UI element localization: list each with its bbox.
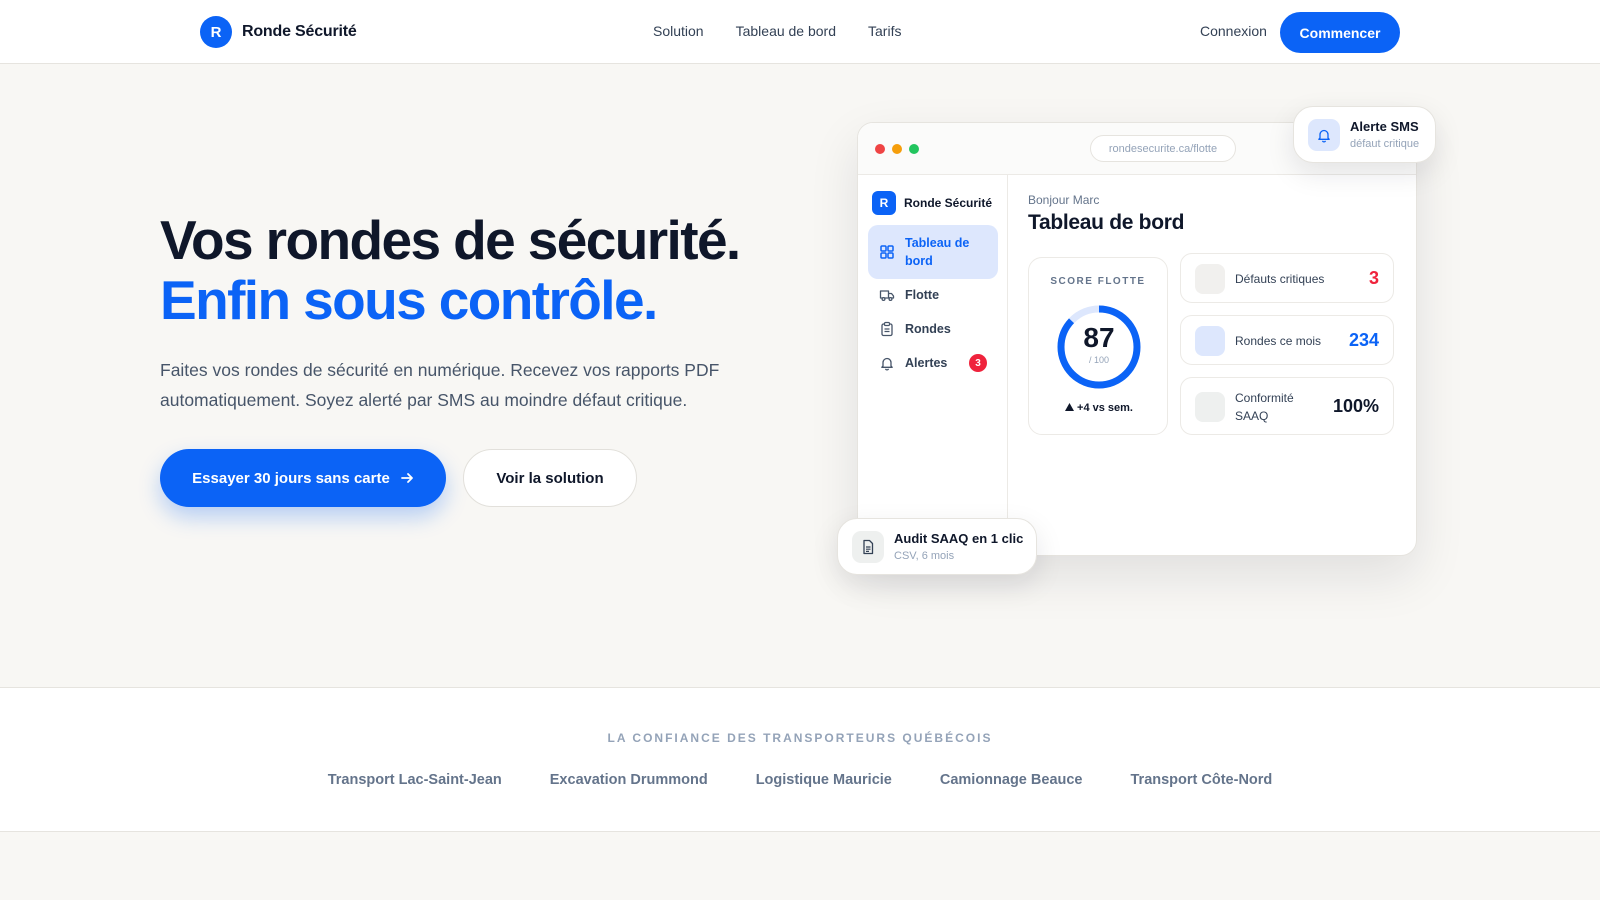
sidebar-item-label: Alertes [905, 356, 948, 370]
client-logo: Camionnage Beauce [939, 772, 1083, 788]
mockup-sidebar: R Ronde Sécurité Tableau de bord Flotte … [858, 175, 1008, 555]
client-logo: Transport Côte-Nord [1130, 772, 1273, 788]
alert-count-badge: 3 [969, 354, 987, 372]
window-minimize-dot [892, 144, 902, 154]
score-delta-text: +4 vs sem. [1077, 402, 1133, 414]
truck-icon [879, 290, 895, 302]
bell-icon [881, 357, 893, 371]
brand-badge-icon: R [200, 16, 232, 48]
nav-link-tarifs[interactable]: Tarifs [868, 23, 901, 39]
stat-card-rondes-ce-mois: Rondes ce mois 234 [1180, 315, 1394, 365]
main-nav: Solution Tableau de bord Tarifs [653, 23, 901, 39]
document-icon [852, 531, 884, 563]
window-maximize-dot [909, 144, 919, 154]
clipboard-icon [881, 321, 893, 337]
dashboard-title: Tableau de bord [1028, 211, 1185, 234]
client-logo-row: Transport Lac-Saint-Jean Excavation Drum… [0, 772, 1600, 788]
login-link[interactable]: Connexion [1200, 23, 1267, 39]
dashboard-mockup-window: rondesecurite.ca/flotte R Ronde Sécurité… [857, 122, 1417, 556]
trust-section: LA CONFIANCE DES TRANSPORTEURS QUÉBÉCOIS… [0, 687, 1600, 832]
bell-icon [1308, 119, 1340, 151]
sms-alert-subtitle: défaut critique [1350, 138, 1420, 150]
url-bar: rondesecurite.ca/flotte [1090, 135, 1236, 162]
sidebar-item-tableau-de-bord: Tableau de bord [868, 225, 998, 279]
client-logo: Logistique Mauricie [755, 772, 892, 788]
nav-link-solution[interactable]: Solution [653, 23, 704, 39]
brand-logo[interactable]: R Ronde Sécurité [200, 16, 357, 48]
hero-title: Vos rondes de sécurité. Enfin sous contr… [160, 209, 741, 331]
free-trial-button-label: Essayer 30 jours sans carte [192, 469, 390, 487]
score-delta: +4 vs sem. [1029, 402, 1169, 414]
stat-label: Conformité SAAQ [1235, 391, 1294, 423]
sms-alert-pill: Alerte SMS défaut critique [1293, 106, 1436, 163]
stat-value: 100% [1332, 396, 1379, 416]
stat-card-defauts-critiques: Défauts critiques 3 [1180, 253, 1394, 303]
audit-saaq-pill: Audit SAAQ en 1 clic CSV, 6 mois [837, 518, 1037, 575]
triangle-up-icon [1065, 403, 1075, 411]
fleet-score-card: SCORE FLOTTE 87 / 100 +4 vs sem. [1028, 257, 1168, 435]
mockup-brand-name: Ronde Sécurité [904, 196, 993, 210]
audit-subtitle: CSV, 6 mois [894, 550, 955, 562]
stat-value: 234 [1348, 330, 1379, 350]
start-button[interactable]: Commencer [1280, 12, 1400, 53]
client-logo: Excavation Drummond [549, 772, 708, 788]
window-close-dot [875, 144, 885, 154]
sidebar-item-label: Tableau de bord [905, 236, 970, 268]
hero-description: Faites vos rondes de sécurité en numériq… [160, 360, 720, 410]
trust-label: LA CONFIANCE DES TRANSPORTEURS QUÉBÉCOIS [607, 731, 993, 745]
sidebar-item-label: Rondes [905, 322, 951, 336]
sidebar-item-label: Flotte [905, 288, 940, 302]
brand-name: Ronde Sécurité [242, 23, 357, 40]
score-max: / 100 [1088, 355, 1110, 365]
stat-value: 3 [1368, 268, 1379, 288]
stat-card-conformite-saaq: Conformité SAAQ 100% [1180, 377, 1394, 435]
free-trial-button[interactable]: Essayer 30 jours sans carte [160, 449, 446, 507]
stat-icon-placeholder [1195, 264, 1225, 294]
sidebar-item-flotte: Flotte [868, 285, 998, 305]
greeting-text: Bonjour Marc [1028, 193, 1100, 207]
arrow-right-icon [400, 473, 413, 483]
hero-title-line-2: Enfin sous contrôle. [160, 269, 658, 331]
mockup-brand-badge-icon: R [872, 191, 896, 215]
stat-icon-placeholder [1195, 326, 1225, 356]
grid-icon [880, 245, 894, 259]
score-label: SCORE FLOTTE [1050, 276, 1146, 287]
hero-title-line-1: Vos rondes de sécurité. [160, 209, 741, 271]
view-solution-button[interactable]: Voir la solution [463, 449, 637, 507]
mockup-brand: R Ronde Sécurité [872, 191, 992, 215]
client-logo: Transport Lac-Saint-Jean [327, 772, 502, 788]
sidebar-item-alertes: Alertes 3 [868, 353, 998, 373]
stat-label: Défauts critiques [1235, 272, 1325, 286]
nav-link-tableau-de-bord[interactable]: Tableau de bord [736, 23, 836, 39]
sms-alert-title: Alerte SMS [1350, 119, 1419, 134]
score-value: 87 [1083, 322, 1115, 353]
top-navigation-bar: R Ronde Sécurité Solution Tableau de bor… [0, 0, 1600, 64]
stat-icon-placeholder [1195, 392, 1225, 422]
audit-title: Audit SAAQ en 1 clic [894, 531, 1024, 546]
sidebar-item-rondes: Rondes [868, 319, 998, 339]
stat-label: Rondes ce mois [1235, 334, 1322, 348]
